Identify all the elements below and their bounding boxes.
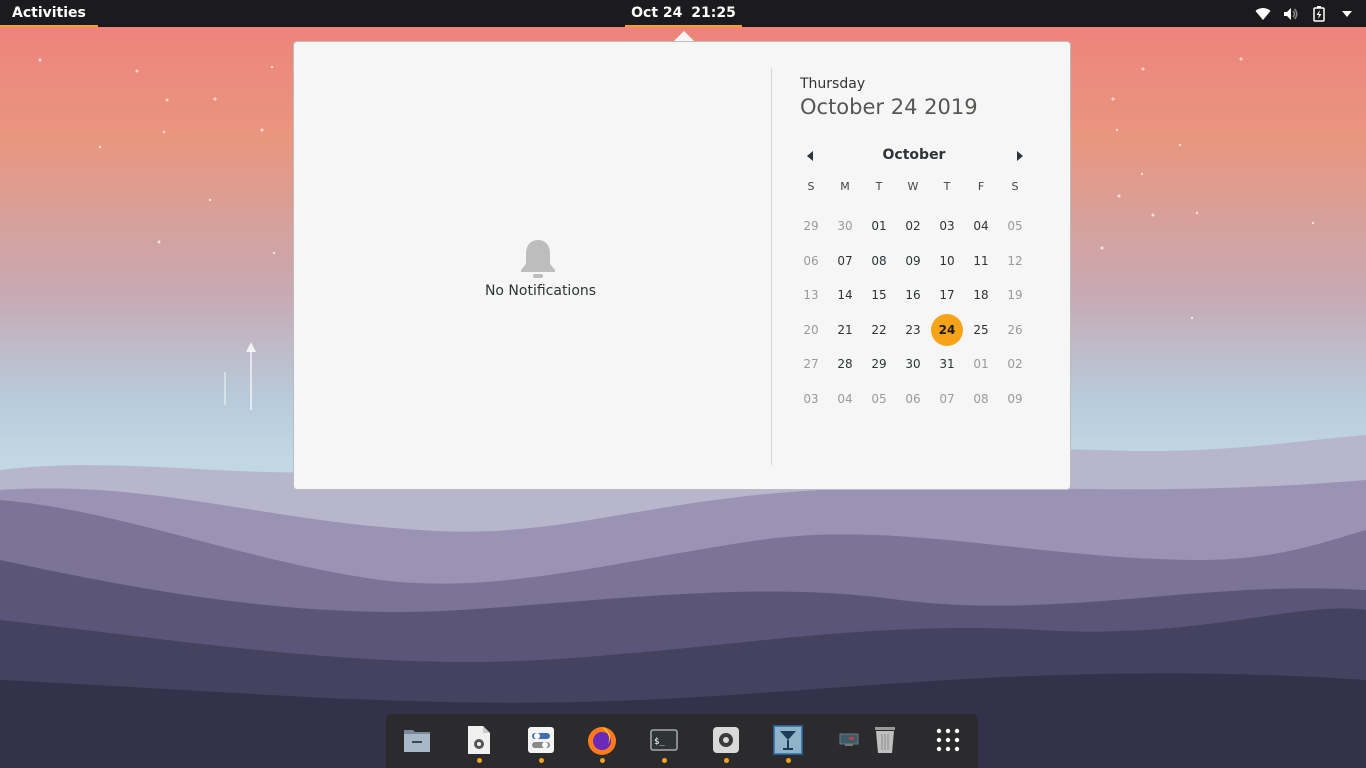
calendar-day[interactable]: 01 <box>862 209 896 244</box>
clock-time: 21:25 <box>691 5 736 21</box>
weekday-header-row: S M T W T F S <box>794 175 1040 197</box>
calendar-week-row: 27 28 29 30 31 01 02 <box>794 347 1040 382</box>
calendar-day[interactable]: 28 <box>828 347 862 382</box>
calendar-day[interactable]: 13 <box>794 278 828 313</box>
popup-divider <box>771 68 772 465</box>
wallpaper-rockets <box>224 350 252 410</box>
weekday-header: T <box>943 179 951 193</box>
files-icon[interactable] <box>401 724 433 756</box>
svg-text:$_: $_ <box>654 737 665 747</box>
calendar-day[interactable]: 29 <box>794 209 828 244</box>
settings-gear-icon[interactable] <box>710 724 742 756</box>
document-gear-icon[interactable] <box>463 724 495 756</box>
month-label: October <box>882 147 946 163</box>
calendar-month-header: October <box>800 143 1040 169</box>
calendar-day[interactable]: 27 <box>794 347 828 382</box>
calendar-week-row: 03 04 05 06 07 08 09 <box>794 382 1040 417</box>
running-indicator <box>477 758 482 763</box>
calendar-day[interactable]: 26 <box>998 313 1032 348</box>
calendar-day[interactable]: 20 <box>794 313 828 348</box>
calendar-day[interactable]: 18 <box>964 278 998 313</box>
running-indicator <box>600 758 605 763</box>
clock-button[interactable]: Oct 24 21:25 <box>625 0 742 27</box>
calendar-day[interactable]: 04 <box>828 382 862 417</box>
calendar-day[interactable]: 09 <box>998 382 1032 417</box>
running-indicator <box>724 758 729 763</box>
calendar-day[interactable]: 10 <box>930 244 964 279</box>
calendar-day[interactable]: 16 <box>896 278 930 313</box>
calendar-week-row: 29 30 01 02 03 04 05 <box>794 209 1040 244</box>
calendar-day[interactable]: 17 <box>930 278 964 313</box>
calendar-day[interactable]: 02 <box>998 347 1032 382</box>
calendar-day[interactable]: 29 <box>862 347 896 382</box>
system-tray[interactable] <box>1254 0 1356 27</box>
calendar-day[interactable]: 30 <box>896 347 930 382</box>
trash-icon[interactable] <box>869 724 901 756</box>
calendar-day[interactable]: 07 <box>828 244 862 279</box>
running-indicator <box>662 758 667 763</box>
firefox-icon[interactable] <box>586 724 618 756</box>
weekday-header: F <box>977 179 985 193</box>
calendar-day[interactable]: 12 <box>998 244 1032 279</box>
running-indicator <box>539 758 544 763</box>
battery-icon[interactable] <box>1310 5 1328 23</box>
calendar-day[interactable]: 31 <box>930 347 964 382</box>
calendar-day[interactable]: 03 <box>794 382 828 417</box>
running-indicator <box>786 758 791 763</box>
calendar-day[interactable]: 05 <box>862 382 896 417</box>
calendar-day[interactable]: 21 <box>828 313 862 348</box>
calendar-day[interactable]: 22 <box>862 313 896 348</box>
app-grid-icon[interactable] <box>932 724 964 756</box>
calendar-day[interactable]: 15 <box>862 278 896 313</box>
monitor-icon[interactable] <box>833 724 865 756</box>
weekday-header: W <box>907 179 919 193</box>
system-menu-arrow-icon[interactable] <box>1338 5 1356 23</box>
weekday-header: M <box>840 179 850 193</box>
bell-icon <box>520 238 556 285</box>
calendar-week-row: 13 14 15 16 17 18 19 <box>794 278 1040 313</box>
calendar-day[interactable]: 30 <box>828 209 862 244</box>
clock-date: Oct 24 <box>631 5 683 21</box>
date-menu-popup: No Notifications Thursday October 24 201… <box>293 41 1071 490</box>
calendar-day[interactable]: 03 <box>930 209 964 244</box>
cocktail-icon[interactable] <box>772 724 804 756</box>
wifi-icon[interactable] <box>1254 5 1272 23</box>
calendar-day[interactable]: 01 <box>964 347 998 382</box>
calendar-grid: S M T W T F S 29 30 01 02 03 04 05 06 07 08 09 10 11… <box>794 175 1040 416</box>
calendar-day[interactable]: 25 <box>964 313 998 348</box>
notification-area: No Notifications <box>294 42 771 489</box>
weekday-label[interactable]: Thursday <box>800 76 1040 92</box>
calendar-day-today[interactable]: 24 <box>930 313 964 348</box>
calendar-day[interactable]: 02 <box>896 209 930 244</box>
calendar-day[interactable]: 23 <box>896 313 930 348</box>
weekday-header: S <box>807 179 815 193</box>
tweaks-icon[interactable] <box>525 724 557 756</box>
volume-icon[interactable] <box>1282 5 1300 23</box>
calendar-day[interactable]: 06 <box>794 244 828 279</box>
calendar-day[interactable]: 06 <box>896 382 930 417</box>
calendar-day[interactable]: 14 <box>828 278 862 313</box>
next-month-icon[interactable] <box>1017 151 1023 161</box>
top-bar: Activities Oct 24 21:25 <box>0 0 1366 27</box>
calendar-day[interactable]: 07 <box>930 382 964 417</box>
weekday-header: S <box>1011 179 1019 193</box>
calendar-day[interactable]: 08 <box>862 244 896 279</box>
calendar-day[interactable]: 08 <box>964 382 998 417</box>
calendar-day[interactable]: 19 <box>998 278 1032 313</box>
no-notifications-label: No Notifications <box>484 283 597 299</box>
activities-button[interactable]: Activities <box>0 0 98 27</box>
calendar-day[interactable]: 09 <box>896 244 930 279</box>
calendar-week-row: 06 07 08 09 10 11 12 <box>794 244 1040 279</box>
calendar-day[interactable]: 05 <box>998 209 1032 244</box>
terminal-icon[interactable]: $_ <box>648 724 680 756</box>
calendar-week-row: 20 21 22 23 24 25 26 <box>794 313 1040 348</box>
dash-dock: $_ <box>386 714 978 768</box>
today-day-label: 24 <box>931 313 963 346</box>
full-date-label[interactable]: October 24 2019 <box>800 95 1040 119</box>
calendar-panel: Thursday October 24 2019 October S M T W… <box>800 76 1040 416</box>
calendar-day[interactable]: 11 <box>964 244 998 279</box>
calendar-day[interactable]: 04 <box>964 209 998 244</box>
weekday-header: T <box>875 179 883 193</box>
